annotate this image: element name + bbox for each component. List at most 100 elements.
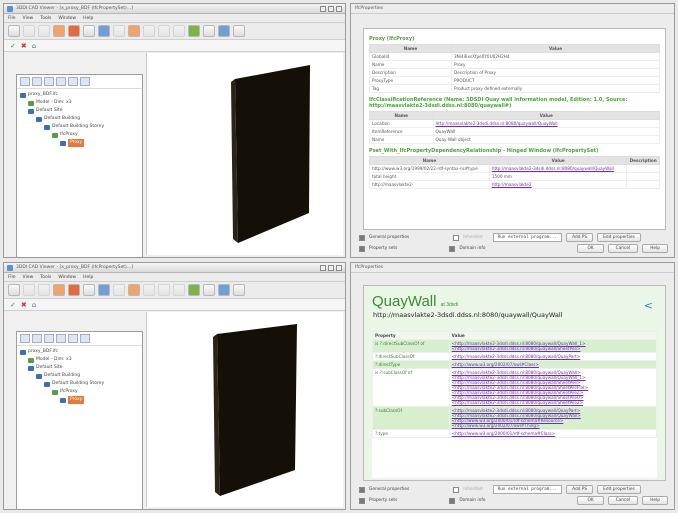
rotate-icon[interactable]	[113, 284, 125, 296]
domain-info-checkbox[interactable]	[449, 497, 456, 504]
fit-icon[interactable]	[188, 284, 200, 296]
record-icon[interactable]	[68, 25, 80, 37]
search-icon[interactable]	[233, 284, 245, 296]
menu-view[interactable]: View	[23, 16, 34, 21]
tree-node[interactable]: Default Site	[20, 107, 139, 115]
tab-icon[interactable]	[32, 77, 42, 86]
tab-icon[interactable]	[56, 334, 66, 343]
zoom-icon[interactable]	[83, 25, 95, 37]
reset-icon[interactable]	[53, 284, 65, 296]
location-link[interactable]: http://maasvlakte2-3dsdi.ddss.nl:8080/qu…	[436, 121, 558, 126]
home-icon[interactable]: ⌂	[32, 301, 36, 309]
value-link[interactable]: http://maasvlakte2-3dsdi.ddss.nl:8080/qu…	[492, 166, 614, 171]
share-icon[interactable]: <	[644, 299, 653, 312]
maximize-button[interactable]	[328, 264, 334, 271]
view2-icon[interactable]	[158, 25, 170, 37]
record-icon[interactable]	[68, 284, 80, 296]
add-ps-button[interactable]: Add PS	[566, 233, 594, 242]
menu-window[interactable]: Window	[58, 16, 76, 21]
save-icon[interactable]	[23, 284, 35, 296]
external-program-field[interactable]: Run external program...	[492, 233, 563, 242]
minimize-button[interactable]	[320, 5, 326, 12]
property-sets-checkbox[interactable]	[359, 497, 365, 504]
open-icon[interactable]	[8, 284, 20, 296]
pan-icon[interactable]	[98, 284, 110, 296]
tab-icon[interactable]	[80, 77, 90, 86]
reset-icon[interactable]	[53, 25, 65, 37]
rotate-icon[interactable]	[113, 25, 125, 37]
fit-icon[interactable]	[188, 25, 200, 37]
view1-icon[interactable]	[143, 284, 155, 296]
tree-node[interactable]: Default Building Storey	[20, 123, 139, 131]
minimize-button[interactable]	[320, 264, 326, 271]
cancel-icon[interactable]: ✖	[21, 42, 27, 50]
select-icon[interactable]	[203, 284, 215, 296]
pan-icon[interactable]	[98, 25, 110, 37]
tab-icon[interactable]	[56, 77, 66, 86]
menu-help[interactable]: Help	[83, 16, 93, 21]
property-sets-checkbox[interactable]	[359, 245, 365, 252]
zoom-icon[interactable]	[83, 284, 95, 296]
tree-node[interactable]: proxy_BDF.ifc	[20, 348, 139, 356]
tree-node[interactable]: Model - Dim: x3	[20, 99, 139, 107]
tab-icon[interactable]	[68, 77, 78, 86]
3d-scene[interactable]	[147, 53, 346, 256]
measure-icon[interactable]	[218, 25, 230, 37]
inherited-checkbox[interactable]	[453, 486, 460, 493]
cancel-icon[interactable]: ✖	[21, 301, 27, 309]
cancel-button[interactable]: Cancel	[607, 244, 639, 253]
3d-viewport[interactable]	[146, 312, 343, 507]
general-properties-checkbox[interactable]	[359, 486, 365, 493]
search-icon[interactable]	[233, 25, 245, 37]
tree-node-selected[interactable]: Proxy	[20, 139, 139, 147]
close-button[interactable]	[336, 5, 342, 12]
tab-icon[interactable]	[32, 334, 42, 343]
tree-node-selected[interactable]: Proxy	[20, 396, 139, 404]
edit-properties-button[interactable]: Edit properties	[597, 233, 641, 242]
view1-icon[interactable]	[143, 25, 155, 37]
tab-icon[interactable]	[44, 77, 54, 86]
check-icon[interactable]: ✓	[10, 301, 16, 309]
menu-help[interactable]: Help	[83, 275, 93, 280]
view2-icon[interactable]	[158, 284, 170, 296]
frame-icon[interactable]	[128, 25, 140, 37]
menu-window[interactable]: Window	[58, 275, 76, 280]
tree-node[interactable]: IfcProxy	[20, 388, 139, 396]
menu-file[interactable]: File	[8, 16, 16, 21]
view3-icon[interactable]	[173, 25, 185, 37]
frame-icon[interactable]	[128, 284, 140, 296]
value-link[interactable]: http://maasvlakte2	[492, 182, 532, 187]
tab-icon[interactable]	[80, 334, 90, 343]
tab-icon[interactable]	[68, 334, 78, 343]
proxy-wall-object[interactable]	[217, 324, 297, 496]
print-icon[interactable]	[38, 25, 50, 37]
view3-icon[interactable]	[173, 284, 185, 296]
select-icon[interactable]	[203, 25, 215, 37]
tab-icon[interactable]	[44, 334, 54, 343]
tree-node[interactable]: proxy_BDF.ifc	[20, 91, 139, 99]
tree-node[interactable]: Model - Dim: x3	[20, 356, 139, 364]
help-button[interactable]: Help	[642, 244, 668, 253]
help-button[interactable]: Help	[642, 496, 668, 505]
proxy-wall-object[interactable]	[235, 65, 310, 243]
open-icon[interactable]	[8, 25, 20, 37]
menu-view[interactable]: View	[23, 275, 34, 280]
tree-node[interactable]: Default Building	[20, 115, 139, 123]
tab-icon[interactable]	[20, 77, 30, 86]
external-program-field[interactable]: Run external program...	[492, 485, 563, 494]
ok-button[interactable]: OK	[577, 496, 604, 505]
tree-node[interactable]: Default Building	[20, 372, 139, 380]
maximize-button[interactable]	[328, 5, 334, 12]
tree-node[interactable]: Default Building Storey	[20, 380, 139, 388]
save-icon[interactable]	[23, 25, 35, 37]
measure-icon[interactable]	[218, 284, 230, 296]
print-icon[interactable]	[38, 284, 50, 296]
tree-node[interactable]: Default Site	[20, 364, 139, 372]
3d-viewport[interactable]	[146, 53, 343, 255]
menu-file[interactable]: File	[8, 275, 16, 280]
check-icon[interactable]: ✓	[10, 42, 16, 50]
menu-tools[interactable]: Tools	[40, 275, 51, 280]
add-ps-button[interactable]: Add PS	[566, 485, 594, 494]
inherited-checkbox[interactable]	[453, 234, 460, 241]
home-icon[interactable]: ⌂	[32, 42, 36, 50]
